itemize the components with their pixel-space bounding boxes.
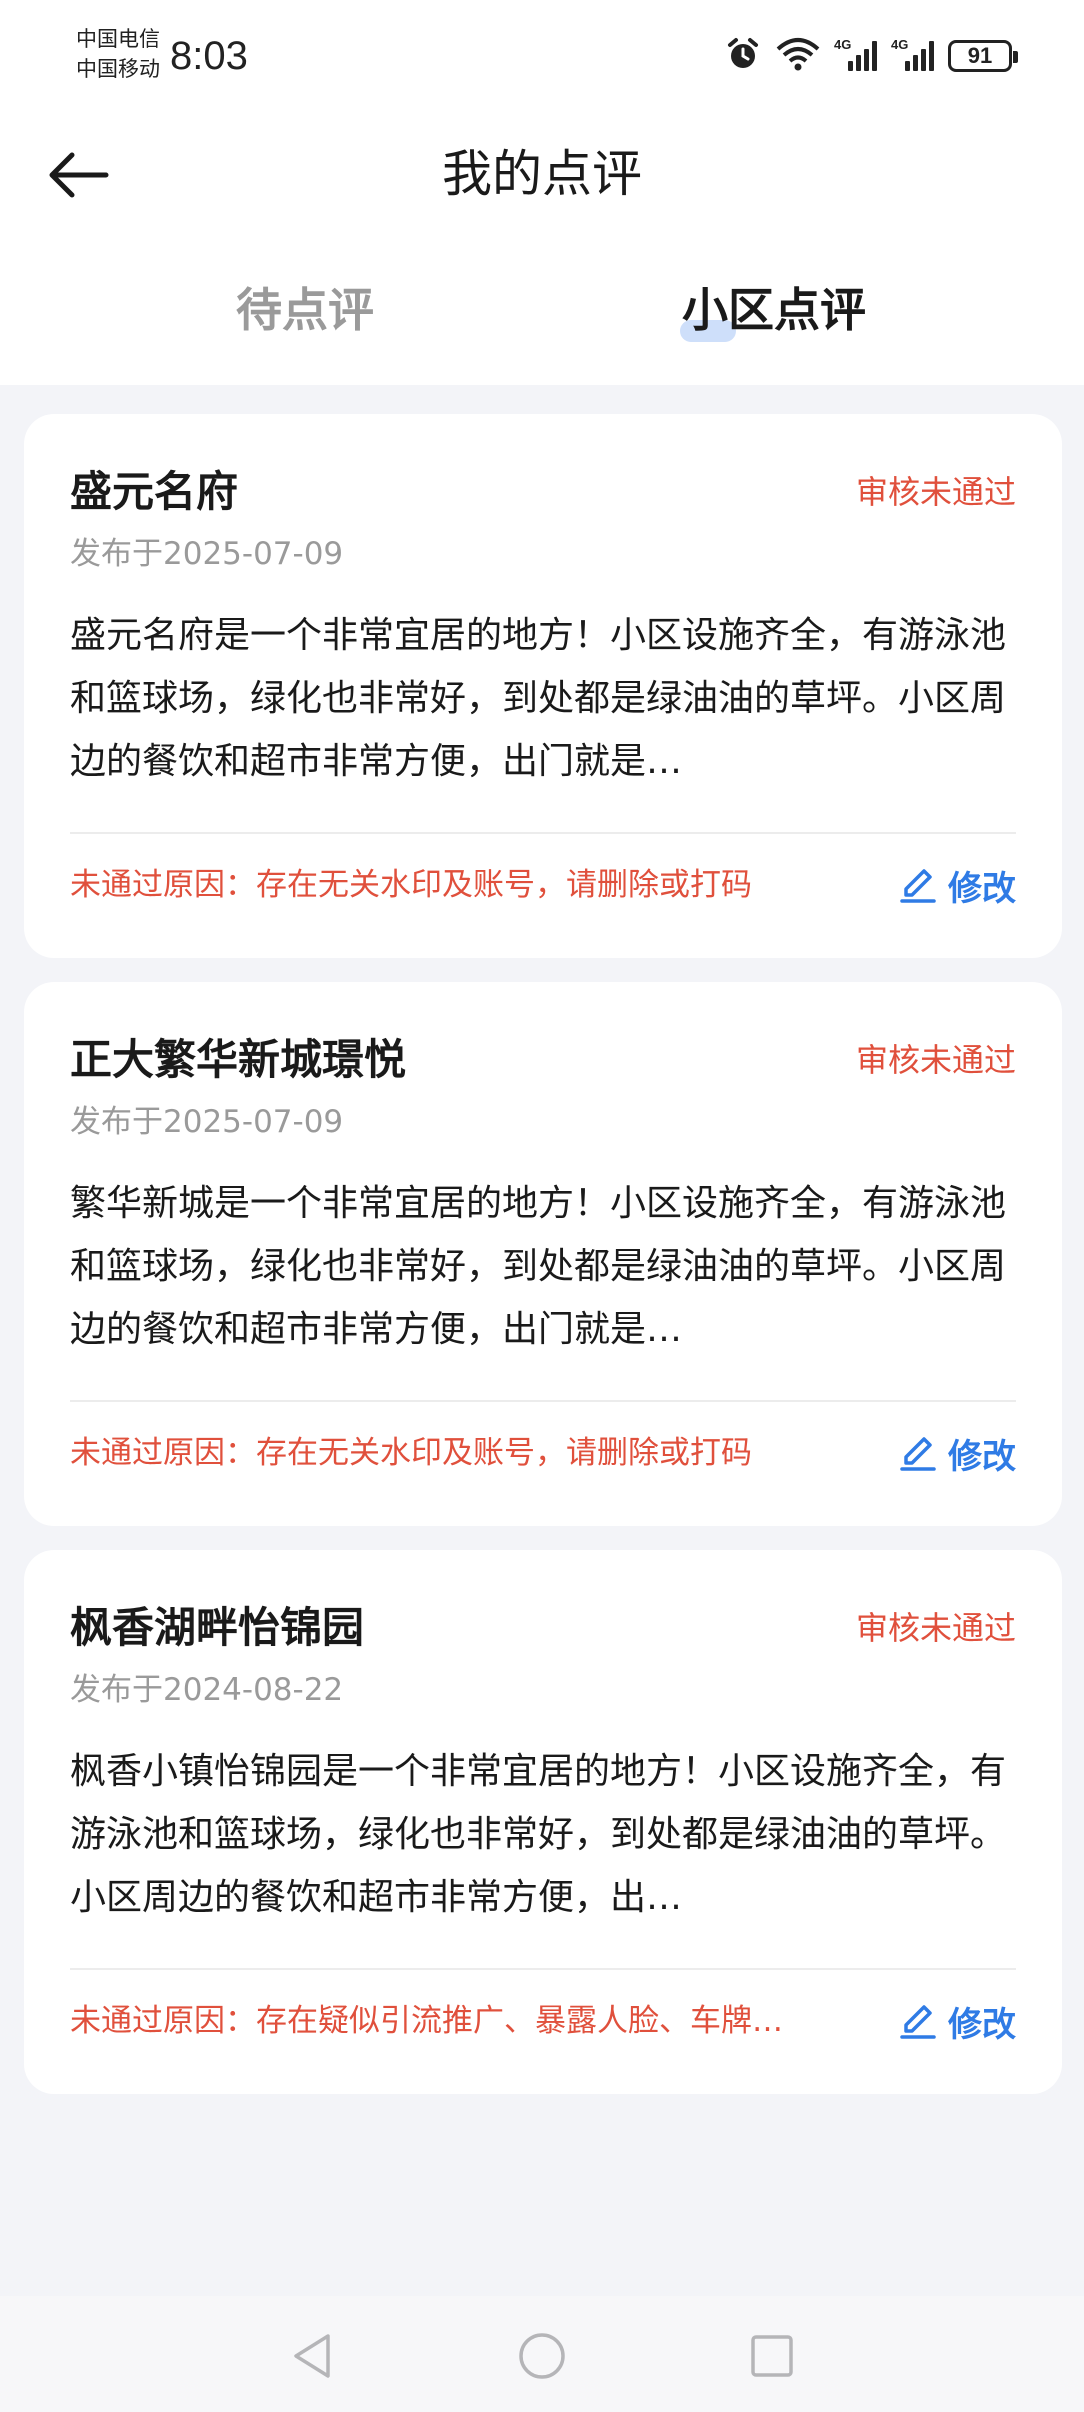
edit-label: 修改	[948, 868, 1016, 909]
edit-button[interactable]: 修改	[898, 1428, 1016, 1478]
cellular-signal-2: 4G	[891, 37, 934, 71]
pencil-icon	[900, 869, 936, 903]
review-card[interactable]: 盛元名府 审核未通过 发布于2025-07-09 盛元名府是一个非常宜居的地方！…	[24, 414, 1062, 958]
square-recents-icon	[751, 2335, 793, 2377]
pencil-icon	[900, 1437, 936, 1471]
battery-indicator: 91	[948, 40, 1018, 72]
status-icons: 4G 4G 91	[724, 35, 1018, 77]
network-type-1: 4G	[834, 37, 852, 52]
review-content: 枫香小镇怡锦园是一个非常宜居的地方！小区设施齐全，有游泳池和篮球场，绿化也非常好…	[70, 1751, 1007, 1918]
edit-button[interactable]: 修改	[898, 860, 1016, 910]
edit-label: 修改	[948, 1436, 1016, 1477]
rejection-reason: 未通过原因：存在疑似引流推广、暴露人脸、车牌…	[70, 2003, 783, 2039]
system-back-button[interactable]	[282, 2326, 342, 2386]
screen: 中国电信 中国移动 8:03 4G 4G 91 我的点评 待点评 小区点评 盛元…	[0, 0, 1084, 2412]
community-name: 正大繁华新城璟悦	[70, 1035, 407, 1084]
triangle-back-icon	[294, 2334, 330, 2378]
community-name: 盛元名府	[70, 467, 239, 516]
divider	[70, 1968, 1016, 1970]
alarm-icon	[724, 35, 762, 77]
publish-date: 发布于2025-07-09	[70, 1104, 344, 1140]
tab-community-review[interactable]: 小区点评	[682, 280, 866, 340]
publish-date: 发布于2025-07-09	[70, 536, 344, 572]
system-navigation-bar	[0, 2296, 1084, 2412]
cellular-signal-1: 4G	[834, 37, 877, 71]
carrier-1: 中国电信	[76, 27, 160, 51]
status-bar: 中国电信 中国移动 8:03 4G 4G 91	[0, 0, 1084, 110]
circle-home-icon	[519, 2333, 565, 2379]
system-recents-button[interactable]	[742, 2326, 802, 2386]
status-badge: 审核未通过	[855, 473, 1016, 511]
page-title: 我的点评	[442, 145, 642, 203]
review-card[interactable]: 正大繁华新城璟悦 审核未通过 发布于2025-07-09 繁华新城是一个非常宜居…	[24, 982, 1062, 1526]
divider	[70, 832, 1016, 834]
edit-button[interactable]: 修改	[898, 1996, 1016, 2046]
rejection-reason: 未通过原因：存在无关水印及账号，请删除或打码	[70, 1435, 752, 1471]
pencil-icon	[900, 2005, 936, 2039]
rejection-reason: 未通过原因：存在无关水印及账号，请删除或打码	[70, 867, 752, 903]
carrier-info: 中国电信 中国移动	[76, 24, 160, 84]
review-card[interactable]: 枫香湖畔怡锦园 审核未通过 发布于2024-08-22 枫香小镇怡锦园是一个非常…	[24, 1550, 1062, 2094]
status-badge: 审核未通过	[855, 1041, 1016, 1079]
review-content: 繁华新城是一个非常宜居的地方！小区设施齐全，有游泳池和篮球场，绿化也非常好，到处…	[70, 1183, 1007, 1350]
edit-label: 修改	[948, 2004, 1016, 2045]
review-content: 盛元名府是一个非常宜居的地方！小区设施齐全，有游泳池和篮球场，绿化也非常好，到处…	[70, 615, 1007, 782]
divider	[70, 1400, 1016, 1402]
tab-pending-review[interactable]: 待点评	[236, 280, 374, 340]
system-home-button[interactable]	[512, 2326, 572, 2386]
status-badge: 审核未通过	[855, 1609, 1016, 1647]
carrier-2: 中国移动	[76, 57, 160, 81]
network-type-2: 4G	[891, 37, 909, 52]
battery-level: 91	[967, 43, 993, 68]
community-name: 枫香湖畔怡锦园	[70, 1603, 365, 1652]
publish-date: 发布于2024-08-22	[70, 1672, 344, 1708]
wifi-icon	[776, 37, 820, 75]
clock: 8:03	[170, 34, 248, 78]
